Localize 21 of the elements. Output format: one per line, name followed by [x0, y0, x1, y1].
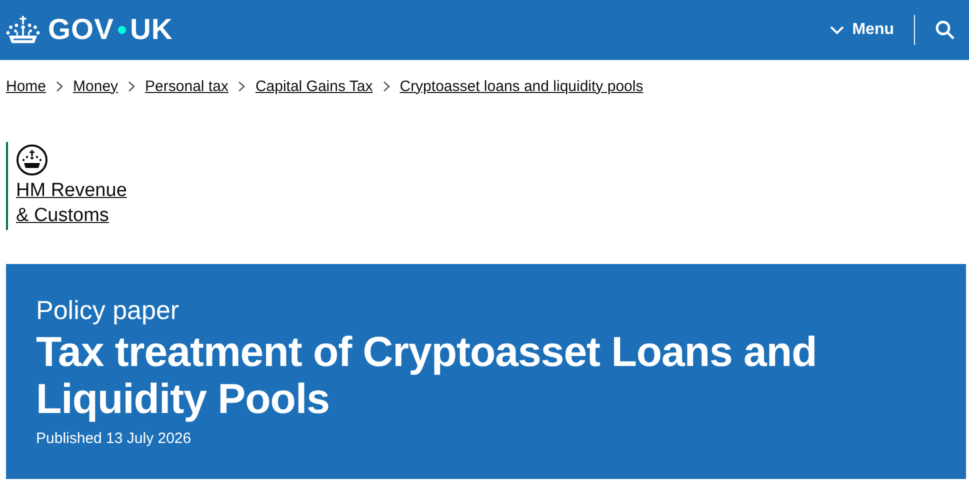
breadcrumb-link[interactable]: Cryptoasset loans and liquidity pools: [400, 78, 644, 94]
search-icon: [935, 20, 955, 40]
page-title: Tax treatment of Cryptoasset Loans and Liquidity Pools: [36, 328, 818, 422]
crown-icon: [6, 15, 40, 45]
chevron-down-icon: [830, 26, 844, 34]
breadcrumb-link[interactable]: Home: [6, 78, 46, 94]
crown-icon: [16, 144, 48, 176]
gov-uk-logo-link[interactable]: GOV UK: [6, 14, 173, 46]
chevron-right-icon: [382, 80, 390, 92]
breadcrumb-link[interactable]: Personal tax: [145, 78, 228, 94]
chevron-right-icon: [56, 80, 64, 92]
document-type: Policy paper: [36, 294, 180, 326]
breadcrumb-link[interactable]: Capital Gains Tax: [255, 78, 373, 94]
published-date: Published 13 July 2026: [36, 430, 192, 447]
organisation-link[interactable]: HM Revenue & Customs: [16, 178, 127, 228]
chevron-right-icon: [128, 80, 136, 92]
search-button[interactable]: [935, 20, 955, 40]
chevron-right-icon: [238, 80, 246, 92]
menu-button[interactable]: Menu: [830, 17, 894, 43]
gov-uk-wordmark: GOV UK: [48, 14, 173, 46]
breadcrumb-link[interactable]: Money: [73, 78, 118, 94]
